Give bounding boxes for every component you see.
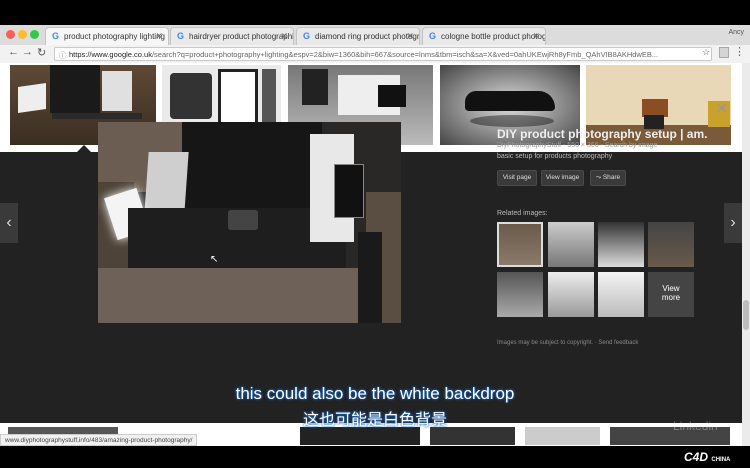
related-image[interactable] — [598, 272, 644, 317]
profile-name[interactable]: Ancy — [728, 29, 744, 36]
related-image[interactable] — [598, 222, 644, 267]
related-image[interactable] — [548, 222, 594, 267]
share-button[interactable]: ⤳ Share — [590, 170, 626, 186]
bookmark-star-icon[interactable]: ☆ — [702, 47, 710, 58]
address-bar[interactable]: ⓘ https://www.google.co.uk/search?q=prod… — [54, 47, 712, 61]
tab-label: cologne bottle product photog — [441, 32, 546, 41]
view-more-line-1: View — [662, 284, 680, 293]
google-icon: G — [303, 31, 311, 41]
google-icon: G — [52, 31, 60, 41]
previous-image-button[interactable]: ‹ — [0, 203, 18, 243]
visit-page-button[interactable]: Visit page — [497, 170, 537, 186]
video-frame: G product photography lighting ✕ G haird… — [0, 0, 750, 468]
close-tab-icon[interactable]: ✕ — [280, 31, 288, 42]
tab-label: diamond ring product photogra — [315, 32, 420, 41]
view-more-line-2: more — [661, 293, 681, 302]
cursor-icon: ↖ — [210, 254, 219, 265]
related-image[interactable] — [497, 222, 543, 267]
linkedin-watermark: Linkedin — [673, 419, 718, 433]
subtitle-english: this could also be the white backdrop — [235, 384, 515, 403]
reload-icon[interactable]: ↻ — [37, 46, 46, 59]
image-title[interactable]: DIY product photography setup | am... — [497, 127, 707, 141]
copyright-notice[interactable]: Images may be subject to copyright. · Se… — [497, 340, 638, 346]
url-path: /search?q=product+photography+lighting&e… — [151, 50, 659, 59]
close-tab-icon[interactable]: ✕ — [406, 31, 414, 42]
tab-cologne-bottle[interactable]: G cologne bottle product photog ✕ — [422, 27, 546, 45]
forward-icon[interactable]: → — [22, 46, 33, 58]
scrollbar-thumb[interactable] — [743, 300, 749, 330]
status-bar-url: www.diyphotographystuff.info/483/amazing… — [0, 434, 198, 446]
close-tab-icon[interactable]: ✕ — [155, 31, 163, 42]
image-description: basic setup for products photography — [497, 153, 613, 160]
c4d-logo: C4D CHINA — [684, 450, 730, 464]
panel-pointer — [77, 145, 91, 152]
menu-icon[interactable]: ⋮ — [734, 45, 745, 58]
related-images-label: Related images: — [497, 210, 548, 217]
google-icon: G — [429, 31, 437, 41]
view-more-button[interactable]: View more — [648, 272, 694, 317]
minimize-window-icon[interactable] — [18, 30, 27, 39]
logo-subtext: CHINA — [711, 457, 731, 463]
image-meta: DiyPhotographyStuff - 550 × 366 - Search… — [497, 142, 658, 149]
preview-image[interactable]: ↖ — [98, 122, 401, 323]
info-icon: ⓘ — [59, 51, 67, 60]
maximize-window-icon[interactable] — [30, 30, 39, 39]
back-icon[interactable]: ← — [8, 46, 19, 58]
tab-hairdryer[interactable]: G hairdryer product photographi ✕ — [170, 27, 294, 45]
related-image[interactable] — [497, 272, 543, 317]
close-panel-icon[interactable]: ✕ — [715, 99, 728, 119]
logo-text: C4D — [684, 450, 709, 464]
url-host: https://www.google.co.uk — [69, 50, 152, 59]
google-icon: G — [177, 31, 185, 41]
subtitle-chinese: 这也可能是白色背景 — [302, 412, 447, 429]
tab-product-photography-lighting[interactable]: G product photography lighting ✕ — [45, 27, 169, 45]
share-label: Share — [602, 174, 621, 181]
close-window-icon[interactable] — [6, 30, 15, 39]
tab-label: hairdryer product photographi — [189, 32, 294, 41]
related-image[interactable] — [548, 272, 594, 317]
related-image[interactable] — [648, 222, 694, 267]
next-image-button[interactable]: › — [724, 203, 742, 243]
tab-label: product photography lighting — [64, 32, 165, 41]
extension-icon[interactable] — [719, 47, 729, 58]
tab-diamond-ring[interactable]: G diamond ring product photogra ✕ — [296, 27, 420, 45]
close-tab-icon[interactable]: ✕ — [532, 31, 540, 42]
view-image-button[interactable]: View image — [541, 170, 584, 186]
share-icon: ⤳ — [595, 174, 603, 181]
